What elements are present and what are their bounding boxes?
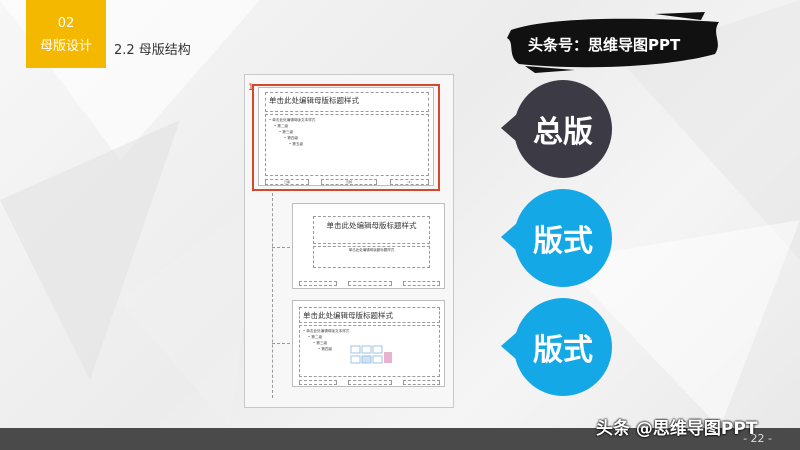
slide-number-placeholder bbox=[403, 380, 440, 385]
date-placeholder bbox=[299, 380, 337, 385]
master-label-circle: 总版 bbox=[501, 80, 612, 178]
layout-title-placeholder: 单击此处编辑母版标题样式 bbox=[299, 307, 440, 323]
bullet-item: • 第四级 bbox=[318, 347, 333, 351]
footer-placeholder bbox=[348, 281, 392, 286]
footer-placeholder bbox=[348, 380, 392, 385]
bullet-item: • 第三级 bbox=[313, 341, 328, 345]
layout-subtitle-placeholder: 单击此处编辑母版副标题样式 bbox=[313, 246, 430, 268]
watermark: 头条 @思维导图PPT bbox=[596, 419, 758, 439]
slide-master-panel: 1 单击此处编辑母版标题样式 • 单击此处编辑母版文本样式 • 第二级 • 第三… bbox=[244, 74, 454, 408]
bullet-item: • 第二级 bbox=[308, 335, 323, 339]
selected-master-highlight bbox=[252, 84, 440, 191]
layout-body-placeholder: • 单击此处编辑母版文本样式 • 第二级 • 第三级 • 第四级 bbox=[299, 325, 440, 377]
layout-title-placeholder: 单击此处编辑母版标题样式 bbox=[313, 216, 430, 244]
date-placeholder bbox=[299, 281, 337, 286]
subsection-title: 2.2 母版结构 bbox=[114, 43, 191, 58]
slide-number-placeholder bbox=[403, 281, 440, 286]
tree-connector bbox=[272, 193, 273, 398]
layout-label-circle-2: 版式 bbox=[501, 298, 612, 396]
layout-slide-thumbnail-title[interactable]: 单击此处编辑母版标题样式 单击此处编辑母版副标题样式 bbox=[292, 203, 445, 289]
layout-slide-thumbnail-content[interactable]: 单击此处编辑母版标题样式 • 单击此处编辑母版文本样式 • 第二级 • 第三级 … bbox=[292, 300, 445, 387]
brand-text: 头条号：思维导图PPT bbox=[528, 36, 681, 54]
tree-connector bbox=[272, 247, 290, 248]
section-badge: 02 母版设计 bbox=[26, 0, 106, 68]
insert-content-icons bbox=[350, 345, 392, 364]
layout-label-circle-1: 版式 bbox=[501, 189, 612, 287]
section-number: 02 bbox=[57, 16, 75, 31]
section-title: 母版设计 bbox=[39, 39, 92, 54]
bullet-item: • 单击此处编辑母版文本样式 bbox=[303, 329, 350, 333]
tree-connector bbox=[272, 343, 290, 344]
